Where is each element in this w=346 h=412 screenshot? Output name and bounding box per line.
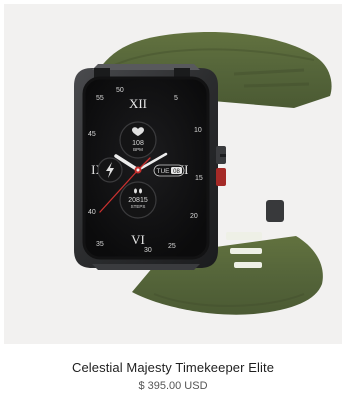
side-button-red	[216, 168, 226, 186]
bezel-50: 50	[116, 87, 124, 94]
heart-rate-value: 108	[132, 140, 144, 147]
bezel-20: 20	[190, 213, 198, 220]
bezel-35: 35	[96, 241, 104, 248]
heart-rate-unit: BPM	[133, 147, 143, 152]
product-name[interactable]: Celestial Majesty Timekeeper Elite	[0, 360, 346, 375]
steps-unit: STEPS	[131, 204, 146, 209]
bezel-30: 30	[144, 247, 152, 254]
bezel-40: 40	[88, 209, 96, 216]
numeral-xii: XII	[129, 96, 147, 111]
bezel-10: 10	[194, 127, 202, 134]
product-image[interactable]: 55 5 10 15 20 25 30 35 40 45 50 XII III …	[4, 4, 342, 344]
product-price: $ 395.00 USD	[138, 380, 208, 392]
bezel-15: 15	[195, 175, 203, 182]
bezel-25: 25	[168, 243, 176, 250]
strap-buckle	[266, 200, 284, 222]
product-card[interactable]: 55 5 10 15 20 25 30 35 40 45 50 XII III …	[0, 0, 346, 412]
bezel-5: 5	[174, 95, 178, 102]
numeral-vi: VI	[131, 232, 145, 247]
smartwatch-image: 55 5 10 15 20 25 30 35 40 45 50 XII III …	[74, 31, 332, 315]
steps-value: 20815	[128, 197, 148, 204]
date-number: 08	[173, 169, 180, 175]
bezel-55: 55	[96, 95, 104, 102]
date-day: TUE	[157, 168, 171, 175]
bezel-45: 45	[88, 131, 96, 138]
